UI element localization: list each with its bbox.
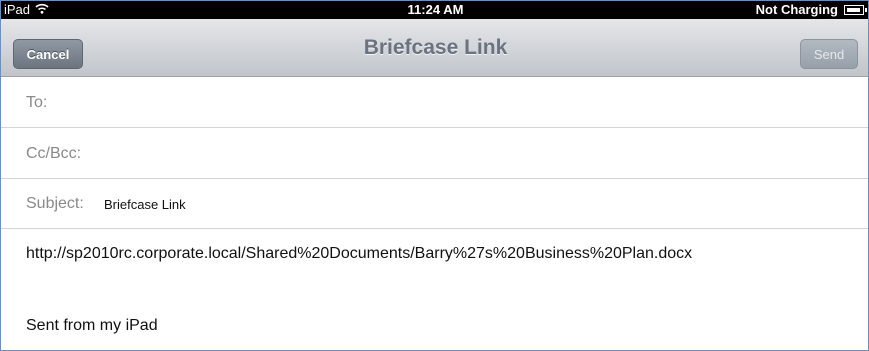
status-time: 11:24 AM xyxy=(407,2,464,17)
subject-input[interactable]: Briefcase Link xyxy=(104,197,186,212)
body-signature: Sent from my iPad xyxy=(26,317,158,334)
subject-label: Subject: xyxy=(26,195,84,212)
mail-compose-screen: iPad 11:24 AM Not Charging Cancel Briefc… xyxy=(0,0,869,351)
send-button[interactable]: Send xyxy=(800,39,858,69)
cc-bcc-field[interactable]: Cc/Bcc: xyxy=(1,129,868,179)
body-link-text[interactable]: http://sp2010rc.corporate.local/Shared%2… xyxy=(26,245,692,263)
battery-status-label: Not Charging xyxy=(755,2,838,17)
navigation-bar: Cancel Briefcase Link Send xyxy=(1,19,868,77)
status-bar: iPad 11:24 AM Not Charging xyxy=(1,1,868,19)
status-right: Not Charging xyxy=(755,2,867,17)
compose-title: Briefcase Link xyxy=(363,36,508,59)
cc-bcc-label: Cc/Bcc: xyxy=(26,145,82,162)
to-label: To: xyxy=(26,94,48,111)
to-field[interactable]: To: xyxy=(1,78,868,128)
subject-field[interactable]: Subject: Briefcase Link xyxy=(1,179,868,229)
battery-icon xyxy=(844,4,867,15)
